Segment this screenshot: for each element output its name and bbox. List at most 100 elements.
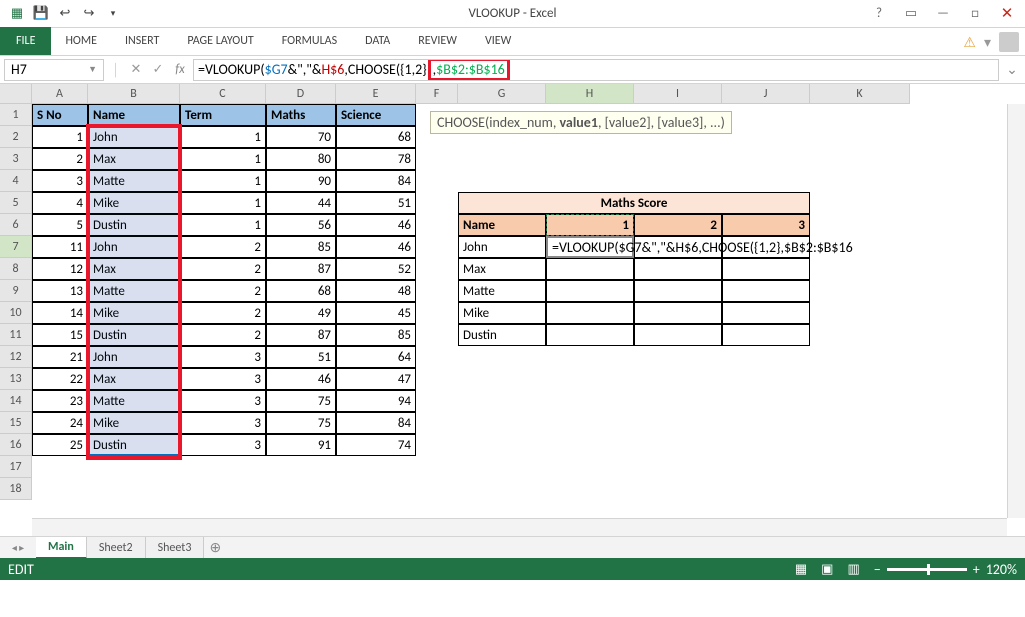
editing-cell[interactable]: =VLOOKUP($G7&","&H$6,CHOOSE({1,2},$B$2:$…: [546, 236, 634, 258]
cell[interactable]: [722, 258, 810, 280]
cell[interactable]: 11: [32, 236, 88, 258]
cell[interactable]: Max: [458, 258, 546, 280]
dropdown-icon[interactable]: ▾: [984, 34, 991, 51]
cell[interactable]: 80: [266, 148, 336, 170]
column-header[interactable]: I: [634, 84, 722, 104]
cell[interactable]: 2: [634, 214, 722, 236]
cell[interactable]: 90: [266, 170, 336, 192]
cell[interactable]: S No: [32, 104, 88, 126]
maths-score-title[interactable]: Maths Score: [458, 192, 810, 214]
cell[interactable]: 1: [180, 170, 266, 192]
cell[interactable]: 46: [336, 214, 416, 236]
ribbon-tab[interactable]: HOME: [51, 27, 111, 55]
row-header[interactable]: 4: [0, 170, 32, 192]
cell[interactable]: [722, 302, 810, 324]
cell[interactable]: Max: [88, 368, 180, 390]
sheet-tab-main[interactable]: Main: [36, 537, 87, 559]
column-header[interactable]: K: [810, 84, 910, 104]
row-header[interactable]: 1: [0, 104, 32, 126]
cell[interactable]: Mike: [88, 192, 180, 214]
cell[interactable]: 47: [336, 368, 416, 390]
cell[interactable]: [546, 280, 634, 302]
column-header[interactable]: H: [546, 84, 634, 104]
cell[interactable]: Term: [180, 104, 266, 126]
cell[interactable]: Dustin: [458, 324, 546, 346]
normal-view-icon[interactable]: ▦: [795, 562, 807, 577]
select-all-button[interactable]: [0, 84, 32, 104]
cell[interactable]: 75: [266, 390, 336, 412]
cell[interactable]: 68: [336, 126, 416, 148]
page-layout-icon[interactable]: ▣: [821, 562, 833, 577]
row-header[interactable]: 2: [0, 126, 32, 148]
formula-input[interactable]: =VLOOKUP($G7&","&H$6,CHOOSE({1,2},$B$2:$…: [193, 59, 999, 81]
cell[interactable]: 94: [336, 390, 416, 412]
cell[interactable]: [634, 258, 722, 280]
cell[interactable]: 1: [180, 192, 266, 214]
maximize-icon[interactable]: □: [961, 4, 989, 24]
cell[interactable]: Matte: [88, 170, 180, 192]
cell[interactable]: 52: [336, 258, 416, 280]
cell[interactable]: 51: [336, 192, 416, 214]
ribbon-tab[interactable]: FORMULAS: [268, 27, 351, 55]
cell[interactable]: 74: [336, 434, 416, 456]
cell[interactable]: 23: [32, 390, 88, 412]
zoom-control[interactable]: − + 120%: [874, 561, 1017, 578]
row-header[interactable]: 9: [0, 280, 32, 302]
cell[interactable]: 1: [180, 214, 266, 236]
row-header[interactable]: 17: [0, 456, 32, 478]
column-headers[interactable]: ABCDEFGHIJK: [32, 84, 910, 104]
cell[interactable]: [546, 258, 634, 280]
cell[interactable]: 85: [266, 236, 336, 258]
row-header[interactable]: 15: [0, 412, 32, 434]
expand-formula-icon[interactable]: ⌄: [1003, 61, 1021, 78]
minimize-icon[interactable]: —: [929, 4, 957, 24]
cell[interactable]: [634, 324, 722, 346]
column-header[interactable]: D: [266, 84, 336, 104]
cell[interactable]: [634, 280, 722, 302]
ribbon-tab[interactable]: VIEW: [471, 27, 525, 55]
row-header[interactable]: 8: [0, 258, 32, 280]
cell[interactable]: 2: [180, 280, 266, 302]
cell[interactable]: [634, 302, 722, 324]
page-break-icon[interactable]: ▥: [847, 562, 859, 577]
row-header[interactable]: 10: [0, 302, 32, 324]
cell[interactable]: 91: [266, 434, 336, 456]
cell[interactable]: Name: [458, 214, 546, 236]
cell[interactable]: 49: [266, 302, 336, 324]
cell[interactable]: [546, 302, 634, 324]
column-header[interactable]: J: [722, 84, 810, 104]
cell[interactable]: [546, 324, 634, 346]
cell[interactable]: Mike: [458, 302, 546, 324]
cell[interactable]: [722, 280, 810, 302]
cell[interactable]: Matte: [88, 390, 180, 412]
row-header[interactable]: 13: [0, 368, 32, 390]
help-icon[interactable]: ?: [865, 4, 893, 24]
zoom-out-icon[interactable]: −: [874, 561, 881, 578]
save-icon[interactable]: 💾: [30, 3, 52, 25]
close-icon[interactable]: ✕: [993, 4, 1021, 24]
cell[interactable]: 25: [32, 434, 88, 456]
cell[interactable]: Mike: [88, 412, 180, 434]
row-headers[interactable]: 123456789101112131415161718: [0, 104, 32, 500]
sheet-tab[interactable]: Sheet2: [87, 537, 146, 559]
cell[interactable]: 4: [32, 192, 88, 214]
cell[interactable]: 21: [32, 346, 88, 368]
cell[interactable]: Max: [88, 258, 180, 280]
cell[interactable]: 44: [266, 192, 336, 214]
cell[interactable]: Science: [336, 104, 416, 126]
cell[interactable]: 1: [180, 148, 266, 170]
cell[interactable]: 3: [180, 368, 266, 390]
cell[interactable]: 48: [336, 280, 416, 302]
row-header[interactable]: 3: [0, 148, 32, 170]
column-header[interactable]: G: [458, 84, 546, 104]
cell[interactable]: [722, 324, 810, 346]
row-header[interactable]: 12: [0, 346, 32, 368]
avatar-icon[interactable]: [999, 32, 1019, 52]
file-tab[interactable]: FILE: [0, 27, 51, 55]
cell[interactable]: 13: [32, 280, 88, 302]
cell[interactable]: 64: [336, 346, 416, 368]
cell[interactable]: Matte: [88, 280, 180, 302]
sheet-nav[interactable]: ◂ ▸: [0, 541, 36, 554]
cell[interactable]: 85: [336, 324, 416, 346]
cell[interactable]: 3: [722, 214, 810, 236]
